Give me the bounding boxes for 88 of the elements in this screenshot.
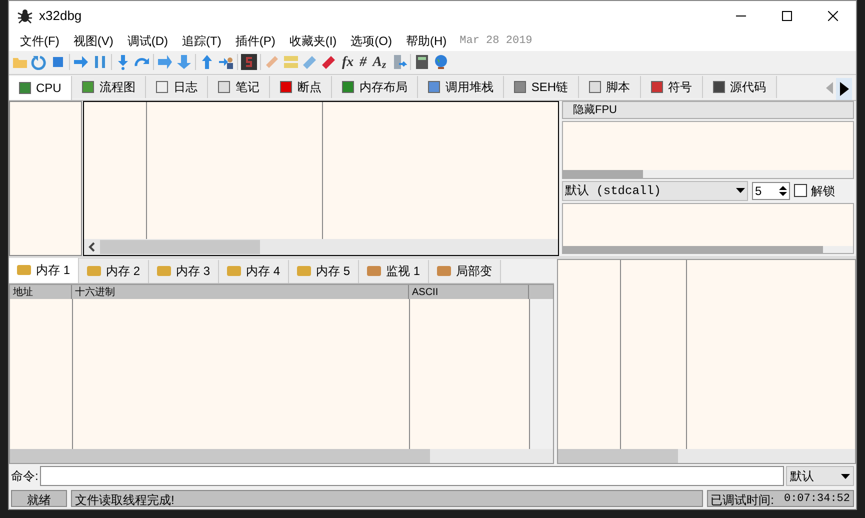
calculator-icon[interactable]	[414, 54, 430, 70]
tab[interactable]: 内存 4	[219, 260, 290, 283]
tab-icon	[82, 80, 94, 93]
menu-item[interactable]: 插件(P)	[228, 32, 282, 50]
argument-count-spinbox[interactable]: 5	[752, 182, 790, 200]
tab-icon	[651, 80, 664, 93]
command-label: 命令:	[11, 468, 38, 486]
menu-item[interactable]: 帮助(H)	[398, 32, 454, 50]
bandage-icon[interactable]	[264, 54, 280, 70]
column-header[interactable]: ASCII	[409, 284, 529, 299]
tab-icon	[428, 80, 440, 93]
tab[interactable]: 内存 5	[289, 260, 360, 283]
tab[interactable]: 内存 3	[149, 260, 220, 283]
vertical-scrollbar[interactable]	[530, 298, 553, 450]
arrow-down-icon[interactable]	[176, 54, 192, 70]
command-input[interactable]	[40, 466, 784, 486]
tab[interactable]: SEH链	[504, 76, 580, 98]
tab-icon	[227, 266, 242, 276]
menu-item[interactable]: 文件(F)	[13, 32, 66, 50]
restart-icon[interactable]	[31, 54, 47, 70]
status-state: 就绪	[11, 490, 67, 508]
menu-item[interactable]: 收藏夹(I)	[282, 32, 344, 50]
tab[interactable]: 日志	[146, 76, 208, 98]
tab-icon	[87, 266, 102, 276]
debug-time-label: 已调试时间:	[710, 492, 774, 506]
tab-icon	[218, 80, 230, 93]
tab-icon	[713, 80, 726, 93]
horizontal-scrollbar[interactable]	[563, 170, 853, 178]
bookmark-icon[interactable]	[321, 54, 337, 70]
caret-icon	[841, 474, 850, 479]
tab[interactable]: 笔记	[208, 76, 270, 98]
tab-icon	[157, 266, 172, 276]
tab[interactable]: 符号	[641, 76, 704, 98]
column-header[interactable]: 地址	[10, 284, 72, 299]
tab[interactable]: 内存 2	[79, 260, 150, 283]
horizontal-scrollbar[interactable]	[563, 246, 853, 253]
tab[interactable]: 流程图	[72, 76, 146, 98]
tab-icon	[297, 266, 312, 276]
menu-item[interactable]: 选项(O)	[344, 32, 399, 50]
tab-icon	[280, 80, 292, 93]
command-mode-dropdown[interactable]: 默认	[786, 466, 854, 486]
unlock-checkbox[interactable]	[794, 184, 807, 198]
spin-arrows-icon[interactable]	[777, 184, 789, 198]
globe-icon[interactable]	[433, 54, 450, 70]
scroll-right-icon[interactable]	[836, 78, 852, 100]
tab[interactable]: 源代码	[703, 76, 778, 98]
toolbar-glyph-button[interactable]: #	[360, 52, 367, 73]
horizontal-scrollbar[interactable]	[558, 449, 855, 464]
window-title: x32dbg	[39, 7, 82, 26]
tab[interactable]: 局部变	[429, 260, 502, 283]
menu-item[interactable]: 调试(D)	[120, 32, 175, 50]
toolbar-glyph-button[interactable]: A$_{z}$	[372, 52, 386, 73]
column-header[interactable]: 十六进制	[72, 284, 409, 299]
tab-icon	[437, 266, 452, 276]
tab-icon	[156, 80, 168, 93]
horizontal-scrollbar[interactable]	[84, 238, 558, 255]
toolbar-glyph-button[interactable]: fx	[342, 52, 354, 73]
arrow-right-icon[interactable]	[157, 54, 173, 70]
build-date: Mar 28 2019	[460, 34, 532, 49]
tab[interactable]: CPU	[9, 76, 72, 100]
tab[interactable]: 断点	[270, 76, 332, 98]
tab-icon	[367, 266, 382, 276]
unlock-label: 解锁	[811, 182, 835, 200]
menu-item[interactable]: 视图(V)	[66, 32, 120, 50]
tab[interactable]: 内存 1	[9, 258, 80, 283]
phone-icon[interactable]	[391, 54, 408, 70]
menu-item[interactable]: 追踪(T)	[175, 32, 228, 50]
tag-icon[interactable]	[302, 54, 318, 70]
status-message: 文件读取线程完成!	[71, 490, 703, 508]
hide-fpu-button[interactable]: 隐藏FPU	[562, 100, 854, 119]
script-icon[interactable]	[241, 54, 257, 70]
arrow-up-icon[interactable]	[199, 54, 215, 70]
tab-icon	[19, 82, 31, 94]
caret-icon	[736, 188, 745, 194]
tab-icon	[17, 265, 31, 276]
calling-convention-dropdown[interactable]: 默认 (stdcall)	[562, 180, 748, 201]
tab-icon	[342, 80, 354, 93]
tab[interactable]: 内存布局	[332, 76, 418, 98]
tab-icon	[514, 80, 526, 93]
tab[interactable]: 脚本	[579, 76, 642, 98]
horizontal-scrollbar[interactable]	[10, 449, 553, 464]
tab[interactable]: 调用堆栈	[418, 76, 504, 98]
tab-icon	[589, 80, 602, 93]
bug-icon	[17, 8, 33, 24]
debug-time-value: 0:07:34:52	[784, 492, 850, 506]
arrow-right-icon[interactable]	[73, 54, 89, 70]
tab[interactable]: 监视 1	[359, 260, 430, 283]
pause-icon[interactable]	[92, 54, 108, 70]
